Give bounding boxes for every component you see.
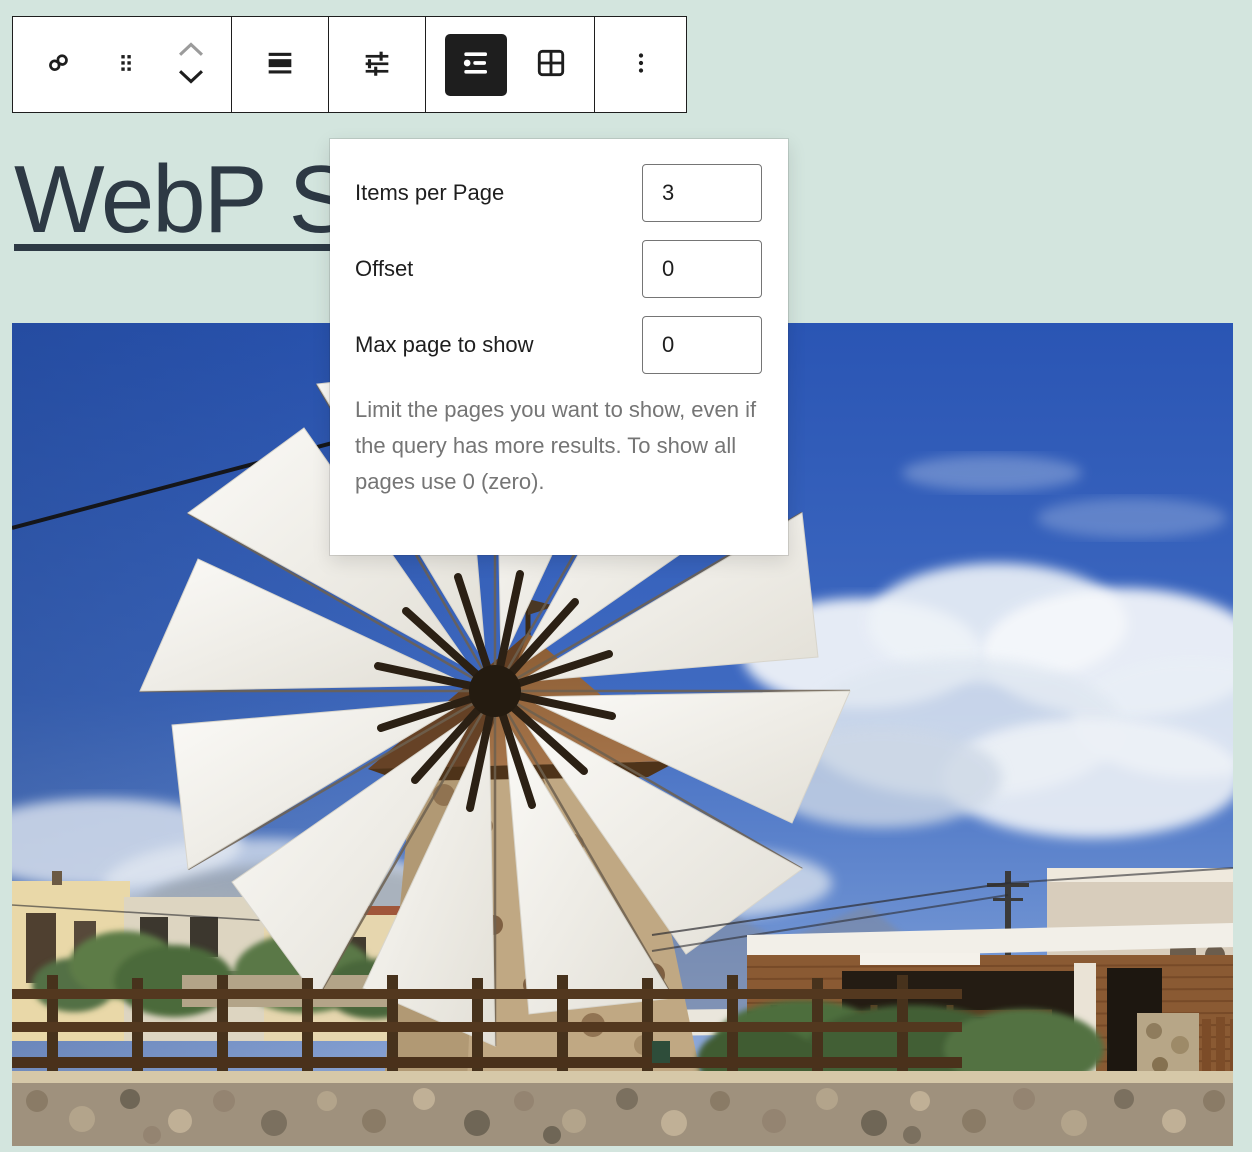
- field-row-offset: Offset: [355, 240, 762, 298]
- kebab-menu-icon: [626, 48, 656, 81]
- offset-label: Offset: [355, 256, 413, 282]
- chevron-up-icon: [175, 40, 207, 61]
- toolbar-group-options: [595, 17, 686, 112]
- move-down-button[interactable]: [171, 65, 211, 93]
- editor-canvas: WebP S Items per Page Offset Max page to…: [0, 0, 1252, 1152]
- toolbar-group-align: [232, 17, 329, 112]
- display-settings-popover: Items per Page Offset Max page to show L…: [330, 139, 788, 555]
- grid-view-icon: [532, 44, 570, 85]
- display-settings-button[interactable]: [353, 41, 401, 89]
- list-view-icon: [456, 43, 496, 86]
- stone-wall: [12, 1071, 1233, 1146]
- chevron-down-icon: [175, 68, 207, 89]
- drag-handle-icon: [112, 49, 140, 80]
- max-page-label: Max page to show: [355, 332, 534, 358]
- list-view-button[interactable]: [445, 34, 507, 96]
- offset-input[interactable]: [642, 240, 762, 298]
- post-title-heading[interactable]: WebP S: [14, 150, 351, 250]
- move-up-button: [171, 37, 211, 65]
- field-row-items-per-page: Items per Page: [355, 164, 762, 222]
- align-button[interactable]: [256, 41, 304, 89]
- drag-handle[interactable]: [102, 41, 150, 89]
- max-page-input[interactable]: [642, 316, 762, 374]
- align-none-icon: [263, 46, 297, 83]
- block-toolbar: [12, 16, 687, 113]
- toolbar-group-block: [13, 17, 232, 112]
- sliders-icon: [360, 46, 394, 83]
- loop-icon: [41, 46, 75, 83]
- mover-control: [171, 37, 211, 93]
- field-row-max-page: Max page to show: [355, 316, 762, 374]
- items-per-page-label: Items per Page: [355, 180, 504, 206]
- query-loop-button[interactable]: [34, 41, 82, 89]
- help-text: Limit the pages you want to show, even i…: [355, 392, 762, 500]
- options-button[interactable]: [617, 41, 665, 89]
- items-per-page-input[interactable]: [642, 164, 762, 222]
- wooden-fence: [12, 975, 962, 1083]
- toolbar-group-view: [426, 17, 595, 112]
- grid-view-button[interactable]: [527, 41, 575, 89]
- toolbar-group-settings: [329, 17, 426, 112]
